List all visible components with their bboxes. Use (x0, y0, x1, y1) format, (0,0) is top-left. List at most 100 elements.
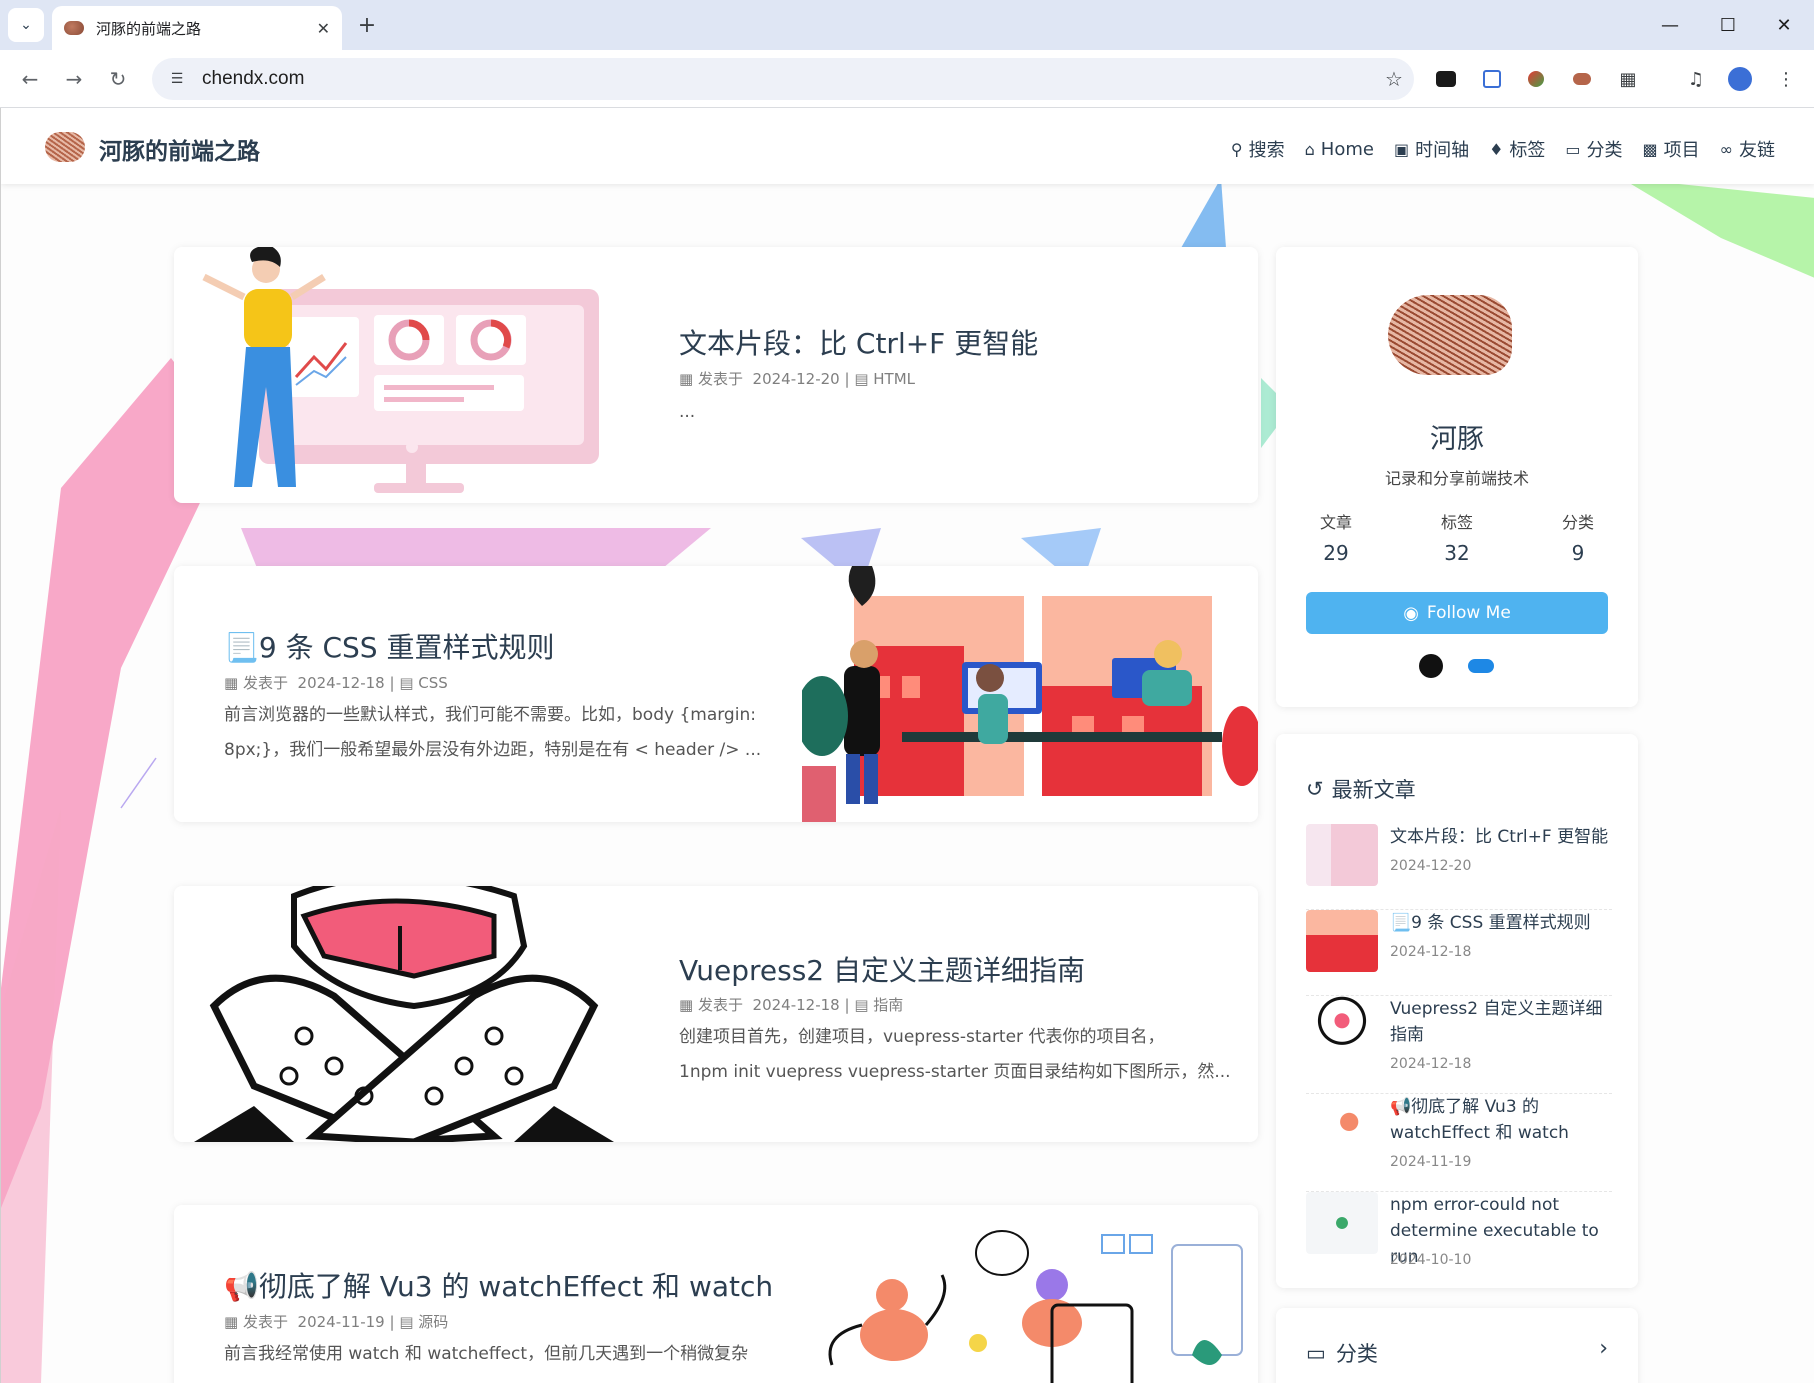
maximize-button[interactable]: ☐ (1700, 0, 1756, 50)
archive-icon: ▣ (1393, 139, 1410, 159)
github-icon: ◉ (1403, 602, 1419, 624)
post-meta: ▦ 发表于 2024-12-18 | ▤ CSS (224, 674, 448, 692)
minimize-button[interactable]: — (1642, 0, 1698, 50)
site-header: 河豚的前端之路 ⚲ 搜索 ⌂ Home ▣ 时间轴 ♦ 标签 ▭ 分类 ▩ 项目 ∞ 友链 (1, 108, 1814, 184)
recent-post-thumbnail (1306, 910, 1378, 972)
github-icon[interactable] (1416, 651, 1446, 681)
calendar-icon: ▦ (224, 674, 239, 692)
media-control-icon[interactable]: ♫ (1680, 63, 1712, 95)
reload-icon: ↻ (109, 67, 127, 91)
post-date: 2024-12-20 (752, 370, 840, 388)
nav-timeline[interactable]: ▣ 时间轴 (1394, 136, 1469, 162)
browser-toolbar: ← → ↻ ☰ chendx.com ☆ ▦ ♫ ⋮ (0, 50, 1814, 108)
post-category[interactable]: HTML (873, 370, 915, 388)
window-close-button[interactable]: ✕ (1756, 0, 1812, 50)
history-icon: ↺ (1306, 777, 1324, 801)
new-tab-button[interactable]: + (352, 10, 382, 40)
site-name[interactable]: 河豚的前端之路 (99, 132, 260, 166)
recent-post-thumbnail (1306, 824, 1378, 886)
post-category[interactable]: CSS (418, 674, 448, 692)
post-card[interactable]: Vuepress2 自定义主题详细指南 ▦ 发表于 2024-12-18 | ▤… (174, 886, 1258, 1142)
recent-post-item[interactable]: 📢彻底了解 Vu3 的 watchEffect 和 watch 2024-11-… (1306, 1094, 1612, 1192)
profile-avatar[interactable] (1388, 295, 1512, 375)
url-text[interactable]: chendx.com (202, 68, 1374, 90)
profile-avatar-icon[interactable] (1724, 63, 1756, 95)
post-card[interactable]: 文本片段：比 Ctrl+F 更智能 ▦ 发表于 2024-12-20 | ▤ H… (174, 247, 1258, 503)
fish-icon[interactable] (1466, 651, 1496, 681)
nav-search[interactable]: ⚲ 搜索 (1231, 136, 1285, 162)
forward-button[interactable]: → (56, 61, 92, 97)
recent-post-item[interactable]: 📃9 条 CSS 重置样式规则 2024-12-18 (1306, 910, 1612, 996)
stat-categories[interactable]: 分类 9 (1538, 509, 1618, 565)
tab-search-button[interactable]: ⌄ (8, 8, 44, 42)
chevron-down-icon: ⌄ (20, 17, 32, 33)
back-button[interactable]: ← (12, 61, 48, 97)
extension-4-icon[interactable] (1566, 63, 1598, 95)
stat-articles[interactable]: 文章 29 (1296, 509, 1376, 565)
inbox-icon: ▤ (854, 370, 869, 388)
post-title[interactable]: 📃9 条 CSS 重置样式规则 (224, 626, 554, 666)
post-thumbnail (828, 1230, 1243, 1383)
inbox-icon: ▤ (399, 674, 414, 692)
post-title[interactable]: 📢彻底了解 Vu3 的 watchEffect 和 watch (224, 1265, 773, 1305)
recent-posts-heading: ↺ 最新文章 (1306, 777, 1416, 802)
calendar-icon: ▦ (679, 370, 694, 388)
tab-close-button[interactable]: ✕ (317, 19, 330, 38)
tags-icon: ♦ (1489, 139, 1504, 159)
nav-tags[interactable]: ♦ 标签 (1489, 136, 1545, 162)
site-info-icon[interactable]: ☰ (166, 68, 188, 90)
site-logo[interactable] (45, 132, 85, 162)
profile-card: 河豚 记录和分享前端技术 文章 29 标签 32 分类 9 ◉ Follow M… (1276, 247, 1638, 707)
categories-card[interactable]: ▭ 分类 › (1276, 1308, 1638, 1383)
recent-post-thumbnail (1306, 1192, 1378, 1254)
folder-open-icon: ▭ (1306, 1341, 1326, 1365)
post-excerpt: 前言我经常使用 watch 和 watcheffect，但前几天遇到一个稍微复杂 (224, 1344, 749, 1364)
profile-name: 河豚 (1430, 424, 1484, 455)
post-title[interactable]: 文本片段：比 Ctrl+F 更智能 (679, 322, 1038, 362)
link-icon: ∞ (1719, 139, 1733, 159)
file-icon: ▩ (1642, 139, 1658, 159)
post-date: 2024-12-18 (297, 674, 385, 692)
post-meta: ▦ 发表于 2024-11-19 | ▤ 源码 (224, 1313, 449, 1331)
recent-post-thumbnail (1306, 996, 1378, 1058)
nav-categories[interactable]: ▭ 分类 (1565, 136, 1622, 162)
arrow-right-icon: → (65, 67, 83, 91)
browser-menu-icon[interactable]: ⋮ (1770, 63, 1802, 95)
recent-post-item[interactable]: Vuepress2 自定义主题详细指南 2024-12-18 (1306, 996, 1612, 1094)
post-category[interactable]: 指南 (873, 996, 903, 1014)
site-nav: ⚲ 搜索 ⌂ Home ▣ 时间轴 ♦ 标签 ▭ 分类 ▩ 项目 ∞ 友链 (1231, 136, 1775, 162)
post-thumbnail (802, 566, 1258, 822)
bookmark-star-icon[interactable]: ☆ (1374, 67, 1414, 91)
recent-post-item[interactable]: 文本片段：比 Ctrl+F 更智能 2024-12-20 (1306, 824, 1612, 910)
arrow-left-icon: ← (21, 67, 39, 91)
nav-projects[interactable]: ▩ 项目 (1643, 136, 1700, 162)
post-thumbnail (202, 247, 599, 493)
nav-home[interactable]: ⌂ Home (1305, 136, 1374, 162)
inbox-icon: ▤ (854, 996, 869, 1014)
stat-tags[interactable]: 标签 32 (1417, 509, 1497, 565)
post-excerpt: 前言浏览器的一些默认样式，我们可能不需要。比如，body {margin: 8p… (224, 705, 762, 760)
post-excerpt: 创建项目首先，创建项目，vuepress-starter 代表你的项目名， 1n… (679, 1027, 1231, 1082)
post-title[interactable]: Vuepress2 自定义主题详细指南 (679, 949, 1085, 989)
post-date: 2024-12-18 (752, 996, 840, 1014)
chevron-right-icon[interactable]: › (1599, 1336, 1608, 1361)
reload-button[interactable]: ↻ (100, 61, 136, 97)
post-card[interactable]: 📢彻底了解 Vu3 的 watchEffect 和 watch ▦ 发表于 20… (174, 1205, 1258, 1383)
extension-2-icon[interactable] (1476, 63, 1508, 95)
post-card[interactable]: 📃9 条 CSS 重置样式规则 ▦ 发表于 2024-12-18 | ▤ CSS… (174, 566, 1258, 822)
recent-post-item[interactable]: npm error-could not determine executable… (1306, 1192, 1612, 1288)
extensions-puzzle-icon[interactable]: ▦ (1612, 63, 1644, 95)
nav-links[interactable]: ∞ 友链 (1720, 136, 1775, 162)
page-viewport: 河豚的前端之路 ⚲ 搜索 ⌂ Home ▣ 时间轴 ♦ 标签 ▭ 分类 ▩ 项目 ∞ 友链 (0, 108, 1814, 1383)
browser-tab[interactable]: 河豚的前端之路 ✕ (52, 6, 342, 50)
address-bar[interactable]: ☰ chendx.com ☆ (152, 58, 1414, 100)
extension-1-icon[interactable] (1430, 63, 1462, 95)
post-category[interactable]: 源码 (418, 1313, 448, 1331)
calendar-icon: ▦ (679, 996, 694, 1014)
extension-3-icon[interactable] (1520, 63, 1552, 95)
recent-posts-card: ↺ 最新文章 文本片段：比 Ctrl+F 更智能 2024-12-20 📃9 条… (1276, 734, 1638, 1288)
recent-post-thumbnail (1306, 1094, 1378, 1156)
profile-description: 记录和分享前端技术 (1384, 469, 1529, 488)
follow-me-button[interactable]: ◉ Follow Me (1306, 592, 1608, 634)
calendar-icon: ▦ (224, 1313, 239, 1331)
